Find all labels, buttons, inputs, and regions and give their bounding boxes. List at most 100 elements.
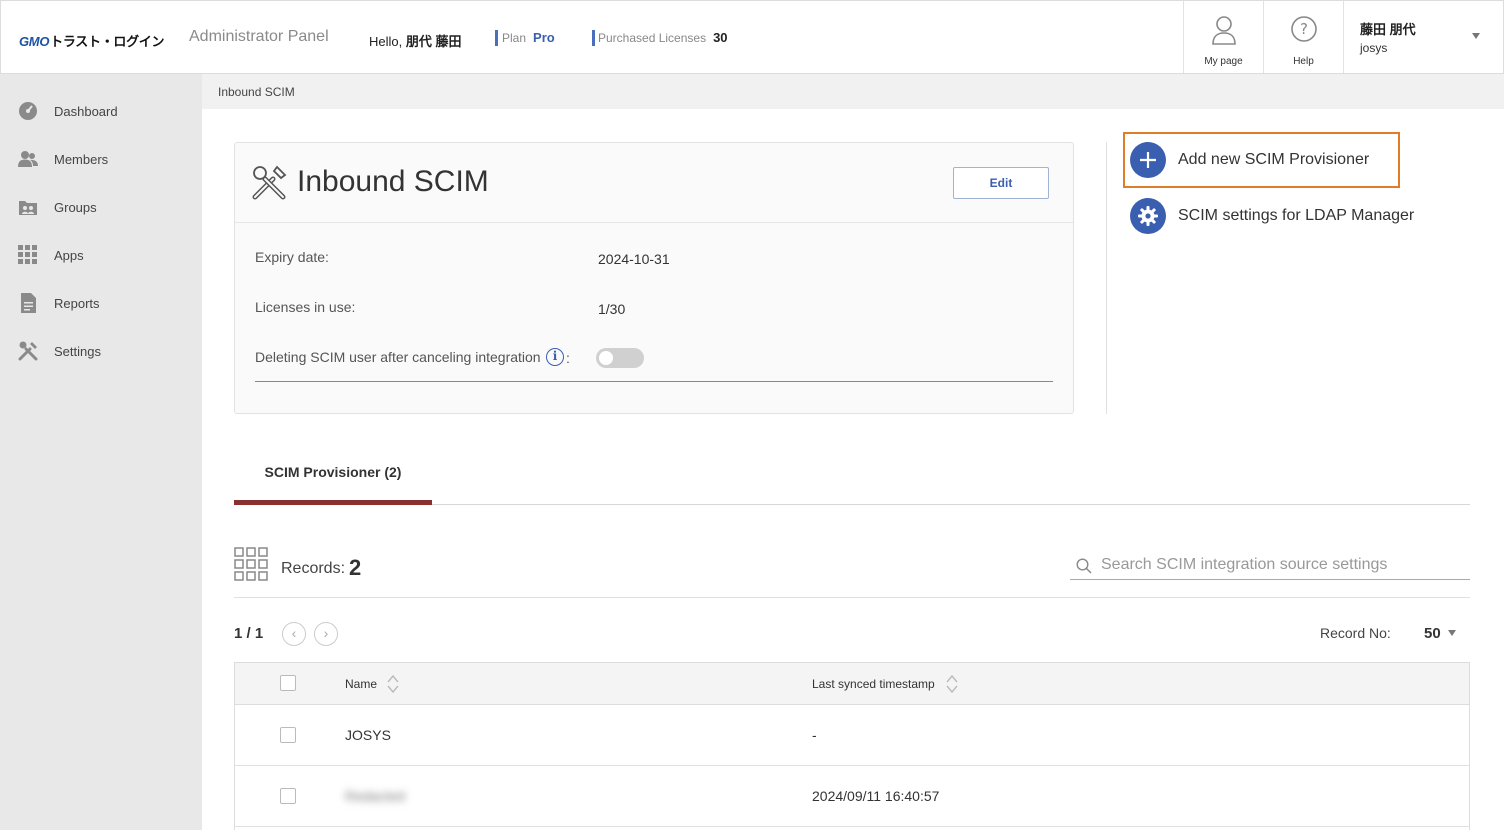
sidebar-item-label: Settings	[54, 344, 101, 359]
my-page-button[interactable]: My page	[1183, 1, 1263, 73]
table-row[interactable]: Redacted 2024/09/11 16:40:57	[235, 766, 1469, 827]
add-scim-provisioner-label: Add new SCIM Provisioner	[1178, 151, 1370, 168]
licenses-in-use-label: Licenses in use:	[255, 299, 356, 315]
sidebar-item-settings[interactable]: Settings	[0, 331, 202, 371]
ldap-scim-settings-label: SCIM settings for LDAP Manager	[1178, 207, 1415, 224]
user-menu[interactable]: 藤田 朋代 josys	[1343, 1, 1503, 73]
delete-scim-user-toggle[interactable]	[596, 348, 644, 368]
card-header: Inbound SCIM Edit	[235, 143, 1073, 223]
expiry-date-label: Expiry date:	[255, 249, 329, 265]
divider	[234, 597, 1470, 598]
plan-value: Pro	[533, 30, 555, 45]
search-input[interactable]: Search SCIM integration source settings	[1070, 550, 1470, 580]
records-label: Records:	[281, 560, 346, 577]
plan-label: Plan	[502, 31, 527, 45]
records-count: Records: 2	[281, 553, 362, 580]
sidebar: Dashboard Members Groups Apps Reports Se…	[0, 74, 202, 830]
table-header: Name Last synced timestamp	[235, 663, 1469, 705]
sidebar-item-dashboard[interactable]: Dashboard	[0, 91, 202, 131]
apps-grid-icon	[18, 245, 37, 264]
records-count-value: 2	[349, 555, 362, 580]
user-icon	[1212, 16, 1236, 45]
dashboard-icon	[19, 102, 37, 120]
members-icon	[18, 151, 38, 167]
vertical-divider	[1106, 142, 1107, 414]
app-logo[interactable]: GMOトラスト・ログイン	[19, 31, 165, 50]
expiry-date-value: 2024-10-31	[598, 251, 670, 267]
svg-text:?: ?	[1300, 20, 1308, 38]
divider	[255, 381, 1053, 382]
logo-text: トラスト・ログイン	[50, 34, 165, 49]
row-checkbox[interactable]	[280, 727, 296, 743]
groups-icon	[19, 201, 37, 215]
record-no-select[interactable]: 50	[1424, 625, 1441, 642]
provisioner-table: Name Last synced timestamp JOSYS - Redac…	[234, 662, 1470, 830]
add-scim-provisioner-button[interactable]: Add new SCIM Provisioner	[1130, 142, 1390, 178]
tab-scim-provisioner[interactable]: SCIM Provisioner (2)	[234, 464, 432, 480]
sidebar-item-label: Members	[54, 152, 109, 167]
grid-view-icon[interactable]	[234, 547, 268, 581]
row-checkbox[interactable]	[280, 788, 296, 804]
greeting-prefix: Hello,	[369, 34, 403, 49]
breadcrumb-current: Inbound SCIM	[218, 85, 295, 99]
page-indicator: 1 / 1	[234, 625, 264, 642]
top-header: GMOトラスト・ログイン Administrator Panel Hello, …	[0, 0, 1504, 74]
prev-page-button[interactable]: ‹	[282, 622, 306, 646]
record-no-label: Record No:	[1320, 625, 1391, 641]
report-document-icon	[21, 293, 36, 313]
greeting: Hello, 朋代 藤田	[369, 31, 462, 50]
ldap-scim-settings-button[interactable]: SCIM settings for LDAP Manager	[1130, 198, 1430, 234]
help-button[interactable]: ? Help	[1263, 1, 1343, 73]
row-name[interactable]: JOSYS	[345, 727, 391, 743]
tools-icon	[252, 165, 287, 200]
sort-icon[interactable]	[387, 673, 399, 695]
delete-scim-user-label: Deleting SCIM user after canceling integ…	[255, 349, 541, 365]
gear-icon	[1130, 198, 1166, 234]
plan-info: Plan Pro	[495, 30, 555, 46]
search-icon	[1076, 558, 1092, 574]
scim-info-card: Inbound SCIM Edit Expiry date: 2024-10-3…	[234, 142, 1074, 414]
breadcrumb: Inbound SCIM	[202, 74, 1504, 109]
tab-divider	[432, 504, 1470, 505]
chevron-down-icon[interactable]	[1448, 630, 1456, 636]
row-name[interactable]: Redacted	[345, 788, 405, 804]
active-tab-indicator	[234, 500, 432, 505]
user-org: josys	[1360, 41, 1388, 55]
sidebar-item-apps[interactable]: Apps	[0, 235, 202, 275]
wrench-screwdriver-icon	[18, 341, 38, 361]
sidebar-item-label: Reports	[54, 296, 100, 311]
chevron-down-icon[interactable]	[1472, 33, 1480, 39]
search-placeholder: Search SCIM integration source settings	[1101, 556, 1388, 573]
toggle-knob	[599, 351, 613, 365]
sidebar-item-reports[interactable]: Reports	[0, 283, 202, 323]
edit-button[interactable]: Edit	[953, 167, 1049, 199]
column-header-last-synced[interactable]: Last synced timestamp	[812, 677, 935, 691]
sidebar-item-members[interactable]: Members	[0, 139, 202, 179]
row-last-synced: -	[812, 727, 817, 743]
logo-brand: GMO	[19, 34, 50, 49]
my-page-label: My page	[1204, 56, 1243, 67]
purchased-licenses-value: 30	[713, 30, 728, 45]
plus-icon	[1130, 142, 1166, 178]
delete-scim-user-colon: :	[566, 350, 570, 366]
select-all-checkbox[interactable]	[280, 675, 296, 691]
table-row[interactable]: JOSYS -	[235, 705, 1469, 766]
greeting-name: 朋代 藤田	[405, 34, 462, 49]
sidebar-item-groups[interactable]: Groups	[0, 187, 202, 227]
row-last-synced: 2024/09/11 16:40:57	[812, 788, 940, 804]
next-page-button[interactable]: ›	[314, 622, 338, 646]
info-icon[interactable]: i	[546, 348, 564, 366]
sidebar-item-label: Dashboard	[54, 104, 118, 119]
column-header-name[interactable]: Name	[345, 677, 377, 691]
page-title: Inbound SCIM	[297, 165, 489, 198]
help-label: Help	[1293, 56, 1314, 67]
licenses-in-use-value: 1/30	[598, 301, 626, 317]
sidebar-item-label: Groups	[54, 200, 97, 215]
purchased-licenses-label: Purchased Licenses	[598, 31, 707, 45]
sidebar-item-label: Apps	[54, 248, 84, 263]
sort-icon[interactable]	[946, 673, 958, 695]
user-name: 藤田 朋代	[1360, 22, 1416, 37]
purchased-licenses-info: Purchased Licenses 30	[592, 30, 728, 46]
panel-title: Administrator Panel	[189, 28, 329, 45]
help-icon: ?	[1291, 16, 1317, 42]
